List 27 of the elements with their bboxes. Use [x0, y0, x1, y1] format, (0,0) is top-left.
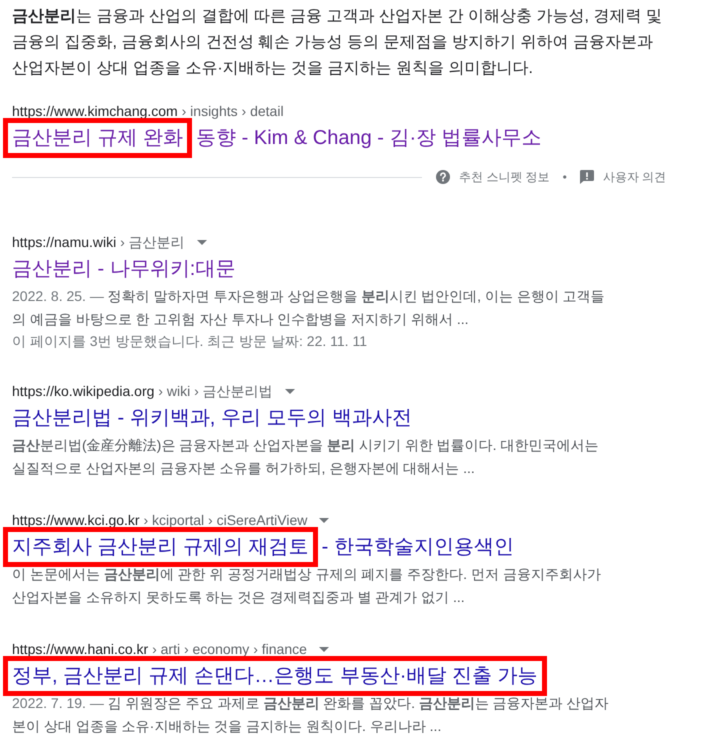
visit-history-note: 이 페이지를 3번 방문했습니다. 최근 방문 날짜: 22. 11. 11 — [12, 332, 368, 351]
result-snippet: 금산분리법(金産分離法)은 금융자본과 산업자본을 분리 시키기 위한 법률이다. 대한민국에서는 실질적으로 산업자본의 금융자본 소유를 허가하되, 은행자본에 대해서는 ... — [12, 436, 600, 478]
feedback-icon — [580, 170, 594, 184]
featured-snippet-text: 금산분리는 금융과 산업의 결합에 따른 금융 고객과 산업자본 간 이해상충 가능성, 경제력 및 금융의 집중화, 금융회사의 건전성 훼손 가능성 등의 문제점을 방지하기 위하여 금융자본과 산업자본이 상대 업종을 소유·지배하는 것을 금지하는 원칙을 의미합니다. — [12, 7, 663, 79]
result-title-link[interactable]: 금산분리법 - 위키백과, 우리 모두의 백과사전 — [12, 405, 412, 431]
caret-icon[interactable] — [318, 646, 329, 652]
about-snippets-button[interactable]: 추천 스니펫 정보 — [436, 167, 550, 187]
caret-icon[interactable] — [284, 388, 295, 394]
result-title-link[interactable]: 정부, 금산분리 규제 손댄다…은행도 부동산·배달 진출 가능 — [12, 663, 538, 689]
caret-icon[interactable] — [319, 518, 330, 522]
feedback-button[interactable]: 사용자 의견 — [580, 167, 666, 187]
result-snippet: 이 논문에서는 금산분리에 관한 위 공정거래법상 규제의 폐지를 주장한다. 먼저 금융지주회사가 산업자본을 소유하지 못하도록 하는 것은 경제력집중과 별 관계가 없기 ... — [12, 565, 602, 607]
help-icon — [436, 170, 450, 184]
result-title-link[interactable]: - 한국학술지인용색인 — [322, 534, 514, 560]
result-title-link[interactable]: 금산분리 규제 완화 — [12, 125, 184, 151]
result-snippet: 2022. 8. 25. — 정확히 말하자면 투자은행과 상업은행을 분리시킨 법안인데, 이는 은행이 고객들의 예금을 바탕으로 한 고위험 자산 투자나 인수합병을 저지하기 위해서 ... — [12, 287, 606, 329]
result-url: https://www.hani.co.kr › arti › economy › finance — [12, 640, 307, 659]
result-title-link[interactable]: 지주회사 금산분리 규제의 재검토 — [12, 534, 309, 560]
result-url: https://ko.wikipedia.org › wiki › 금산분리법 — [12, 382, 273, 401]
result-title-link[interactable]: 동향 - Kim & Chang - 김·장 법률사무소 — [196, 125, 542, 151]
result-url: https://namu.wiki › 금산분리 — [12, 233, 185, 252]
result-title-link[interactable]: 금산분리 - 나무위키:대문 — [12, 256, 236, 282]
caret-icon[interactable] — [196, 240, 207, 244]
result-url: https://www.kimchang.com › insights › detail — [12, 102, 284, 121]
bullet-separator: • — [562, 169, 567, 186]
result-snippet: 2022. 7. 19. — 김 위원장은 주요 과제로 금산분리 완화를 꼽았다. 금산분리는 금융자본과 산업자본이 상대 업종을 소유·지배하는 것을 금지하는 원칙이다. 우리나라 ... — [12, 694, 610, 736]
result-url: https://www.kci.go.kr › kciportal › ciSereArtiView — [12, 511, 308, 530]
